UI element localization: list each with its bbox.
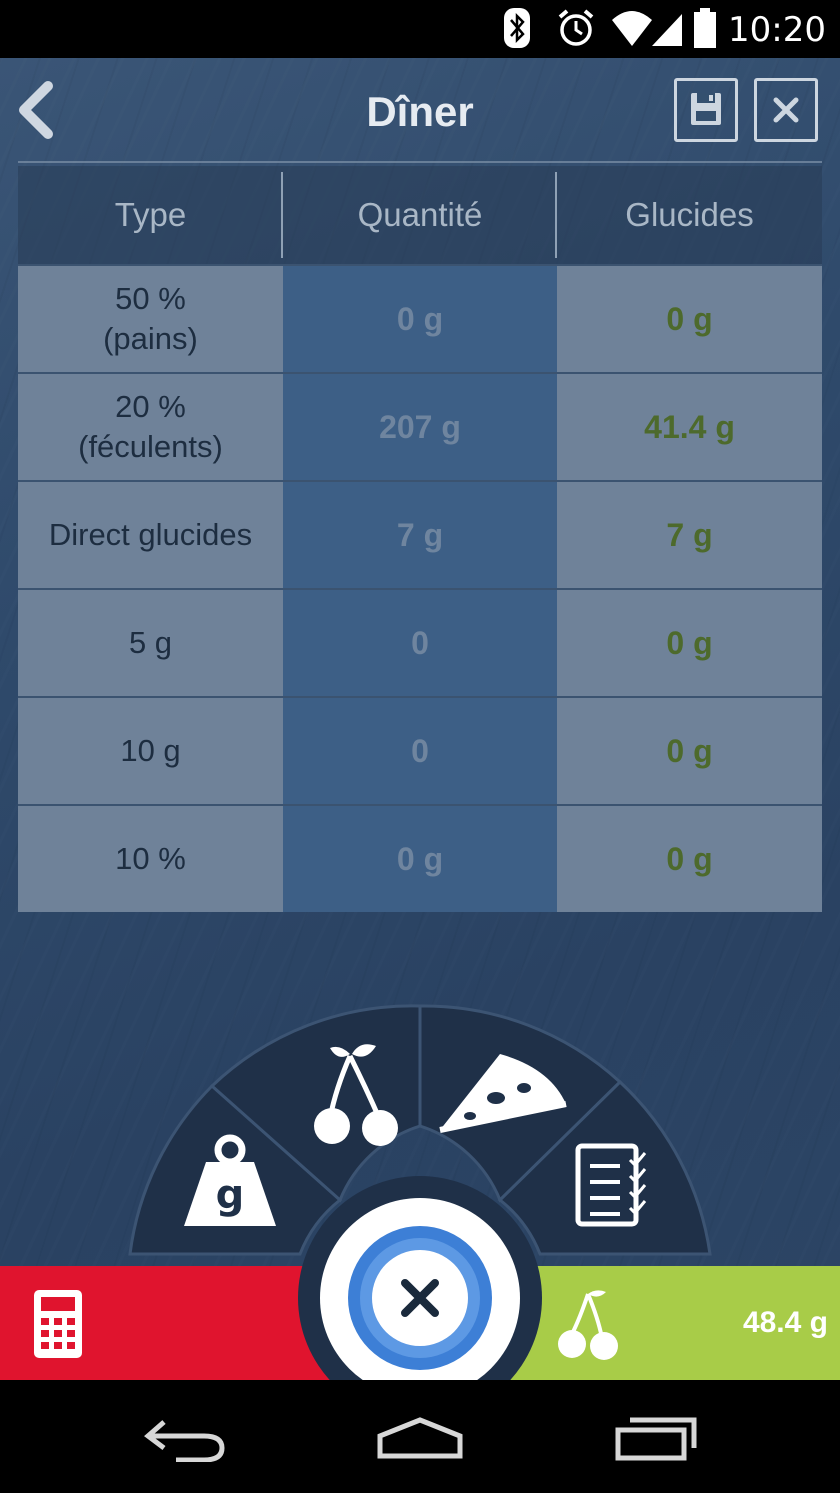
- radial-menu: g: [128, 1004, 712, 1380]
- status-bar: 10:20: [0, 0, 840, 58]
- svg-text:g: g: [216, 1172, 245, 1218]
- wifi-icon: [612, 11, 652, 46]
- app-screen: Dîner Type Quantité Glucides 50 % (pains): [0, 58, 840, 1380]
- radial-close-button[interactable]: [298, 1176, 542, 1380]
- battery-icon: [694, 8, 716, 48]
- navigation-bar: [0, 1380, 840, 1493]
- alarm-icon: [558, 9, 594, 46]
- home-icon: [377, 1417, 463, 1459]
- back-arrow-icon: [144, 1420, 225, 1462]
- recents-icon: [615, 1427, 687, 1461]
- home-nav-button[interactable]: [372, 1414, 468, 1462]
- back-nav-button[interactable]: [140, 1414, 230, 1462]
- recents-nav-button[interactable]: [612, 1414, 702, 1462]
- bluetooth-icon: [504, 8, 530, 48]
- signal-icon: [652, 14, 682, 46]
- status-time: 10:20: [728, 10, 826, 50]
